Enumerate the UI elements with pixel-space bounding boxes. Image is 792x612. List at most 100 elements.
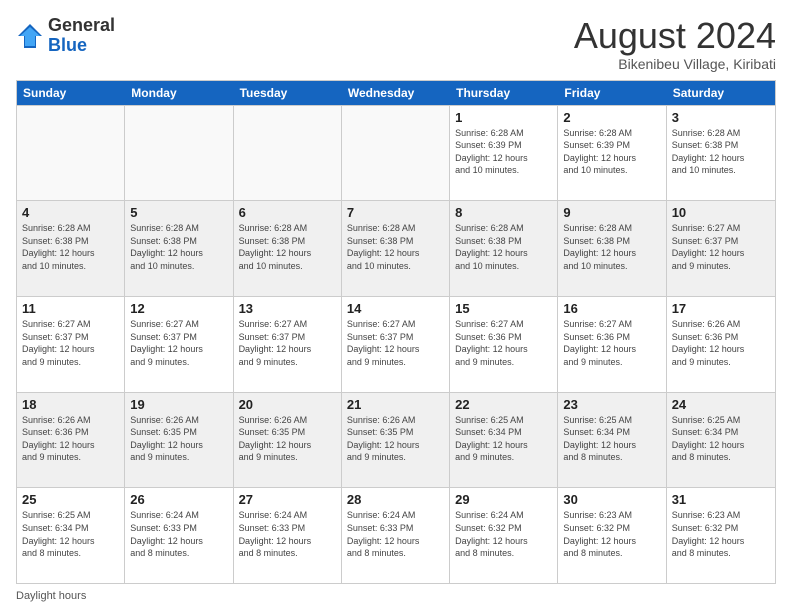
calendar-day-cell: 4 Sunrise: 6:28 AMSunset: 6:38 PMDaylight… xyxy=(17,201,125,296)
footer: Daylight hours xyxy=(16,590,776,602)
day-info: Sunrise: 6:25 AMSunset: 6:34 PMDaylight:… xyxy=(455,414,552,464)
calendar-week-row: 1 Sunrise: 6:28 AMSunset: 6:39 PMDaylight… xyxy=(17,105,775,201)
calendar-day-cell: 30Sunrise: 6:23 AMSunset: 6:32 PMDayligh… xyxy=(558,488,666,583)
day-info: Sunrise: 6:26 AMSunset: 6:35 PMDaylight:… xyxy=(347,414,444,464)
day-number: 5 xyxy=(130,205,227,220)
calendar-day-cell: 21 Sunrise: 6:26 AMSunset: 6:35 PMDayligh… xyxy=(342,393,450,488)
day-number: 29 xyxy=(455,492,552,507)
logo-icon xyxy=(16,22,44,50)
day-number: 26 xyxy=(130,492,227,507)
day-info: Sunrise: 6:28 AMSunset: 6:38 PMDaylight:… xyxy=(239,222,336,272)
day-info: Sunrise: 6:28 AMSunset: 6:38 PMDaylight:… xyxy=(22,222,119,272)
day-number: 1 xyxy=(455,110,552,125)
calendar-day-cell: 24Sunrise: 6:25 AMSunset: 6:34 PMDayligh… xyxy=(667,393,775,488)
day-number: 16 xyxy=(563,301,660,316)
title-block: August 2024 Bikenibeu Village, Kiribati xyxy=(574,16,776,72)
calendar-day-cell: 3Sunrise: 6:28 AMSunset: 6:38 PMDaylight… xyxy=(667,106,775,201)
calendar-day-cell: 12 Sunrise: 6:27 AMSunset: 6:37 PMDayligh… xyxy=(125,297,233,392)
day-info: Sunrise: 6:27 AMSunset: 6:37 PMDaylight:… xyxy=(130,318,227,368)
footer-text: Daylight hours xyxy=(16,590,86,602)
day-info: Sunrise: 6:28 AMSunset: 6:38 PMDaylight:… xyxy=(130,222,227,272)
day-info: Sunrise: 6:25 AMSunset: 6:34 PMDaylight:… xyxy=(672,414,770,464)
calendar-day-cell: 26 Sunrise: 6:24 AMSunset: 6:33 PMDayligh… xyxy=(125,488,233,583)
day-info: Sunrise: 6:28 AMSunset: 6:38 PMDaylight:… xyxy=(563,222,660,272)
calendar-day-cell: 9 Sunrise: 6:28 AMSunset: 6:38 PMDaylight… xyxy=(558,201,666,296)
calendar-header: SundayMondayTuesdayWednesdayThursdayFrid… xyxy=(17,81,775,105)
day-info: Sunrise: 6:28 AMSunset: 6:38 PMDaylight:… xyxy=(347,222,444,272)
calendar-day-cell xyxy=(234,106,342,201)
day-number: 6 xyxy=(239,205,336,220)
day-info: Sunrise: 6:28 AMSunset: 6:38 PMDaylight:… xyxy=(455,222,552,272)
day-number: 30 xyxy=(563,492,660,507)
calendar-day-cell: 11 Sunrise: 6:27 AMSunset: 6:37 PMDayligh… xyxy=(17,297,125,392)
day-number: 14 xyxy=(347,301,444,316)
day-info: Sunrise: 6:24 AMSunset: 6:33 PMDaylight:… xyxy=(239,509,336,559)
day-number: 4 xyxy=(22,205,119,220)
day-of-week-header: Sunday xyxy=(17,81,125,105)
day-number: 28 xyxy=(347,492,444,507)
calendar-day-cell: 14Sunrise: 6:27 AMSunset: 6:37 PMDayligh… xyxy=(342,297,450,392)
calendar-body: 1 Sunrise: 6:28 AMSunset: 6:39 PMDaylight… xyxy=(17,105,775,583)
day-number: 10 xyxy=(672,205,770,220)
logo-general-text: General xyxy=(48,16,115,36)
calendar-week-row: 18 Sunrise: 6:26 AMSunset: 6:36 PMDayligh… xyxy=(17,392,775,488)
header: General Blue August 2024 Bikenibeu Villa… xyxy=(16,16,776,72)
day-info: Sunrise: 6:28 AMSunset: 6:39 PMDaylight:… xyxy=(563,127,660,177)
calendar-day-cell: 1 Sunrise: 6:28 AMSunset: 6:39 PMDaylight… xyxy=(450,106,558,201)
day-info: Sunrise: 6:27 AMSunset: 6:37 PMDaylight:… xyxy=(239,318,336,368)
calendar: SundayMondayTuesdayWednesdayThursdayFrid… xyxy=(16,80,776,584)
day-info: Sunrise: 6:26 AMSunset: 6:36 PMDaylight:… xyxy=(22,414,119,464)
calendar-day-cell: 5 Sunrise: 6:28 AMSunset: 6:38 PMDaylight… xyxy=(125,201,233,296)
day-info: Sunrise: 6:24 AMSunset: 6:32 PMDaylight:… xyxy=(455,509,552,559)
calendar-day-cell: 16Sunrise: 6:27 AMSunset: 6:36 PMDayligh… xyxy=(558,297,666,392)
calendar-day-cell: 2Sunrise: 6:28 AMSunset: 6:39 PMDaylight… xyxy=(558,106,666,201)
day-info: Sunrise: 6:26 AMSunset: 6:36 PMDaylight:… xyxy=(672,318,770,368)
calendar-day-cell: 18 Sunrise: 6:26 AMSunset: 6:36 PMDayligh… xyxy=(17,393,125,488)
day-info: Sunrise: 6:24 AMSunset: 6:33 PMDaylight:… xyxy=(130,509,227,559)
day-info: Sunrise: 6:23 AMSunset: 6:32 PMDaylight:… xyxy=(672,509,770,559)
calendar-day-cell: 19Sunrise: 6:26 AMSunset: 6:35 PMDayligh… xyxy=(125,393,233,488)
calendar-day-cell: 27 Sunrise: 6:24 AMSunset: 6:33 PMDayligh… xyxy=(234,488,342,583)
calendar-day-cell: 25Sunrise: 6:25 AMSunset: 6:34 PMDayligh… xyxy=(17,488,125,583)
calendar-day-cell: 22 Sunrise: 6:25 AMSunset: 6:34 PMDayligh… xyxy=(450,393,558,488)
day-number: 21 xyxy=(347,397,444,412)
day-number: 23 xyxy=(563,397,660,412)
day-number: 22 xyxy=(455,397,552,412)
day-number: 15 xyxy=(455,301,552,316)
day-of-week-header: Friday xyxy=(558,81,666,105)
day-info: Sunrise: 6:28 AMSunset: 6:39 PMDaylight:… xyxy=(455,127,552,177)
day-info: Sunrise: 6:25 AMSunset: 6:34 PMDaylight:… xyxy=(563,414,660,464)
day-number: 17 xyxy=(672,301,770,316)
calendar-week-row: 11 Sunrise: 6:27 AMSunset: 6:37 PMDayligh… xyxy=(17,296,775,392)
logo: General Blue xyxy=(16,16,115,56)
calendar-week-row: 4 Sunrise: 6:28 AMSunset: 6:38 PMDaylight… xyxy=(17,200,775,296)
day-number: 18 xyxy=(22,397,119,412)
calendar-day-cell: 7Sunrise: 6:28 AMSunset: 6:38 PMDaylight… xyxy=(342,201,450,296)
calendar-day-cell: 8Sunrise: 6:28 AMSunset: 6:38 PMDaylight… xyxy=(450,201,558,296)
day-number: 11 xyxy=(22,301,119,316)
day-number: 12 xyxy=(130,301,227,316)
day-of-week-header: Saturday xyxy=(667,81,775,105)
calendar-day-cell: 31 Sunrise: 6:23 AMSunset: 6:32 PMDayligh… xyxy=(667,488,775,583)
calendar-day-cell xyxy=(342,106,450,201)
day-info: Sunrise: 6:25 AMSunset: 6:34 PMDaylight:… xyxy=(22,509,119,559)
day-info: Sunrise: 6:27 AMSunset: 6:37 PMDaylight:… xyxy=(22,318,119,368)
calendar-day-cell: 20Sunrise: 6:26 AMSunset: 6:35 PMDayligh… xyxy=(234,393,342,488)
day-number: 3 xyxy=(672,110,770,125)
calendar-day-cell xyxy=(17,106,125,201)
day-of-week-header: Tuesday xyxy=(234,81,342,105)
day-number: 31 xyxy=(672,492,770,507)
calendar-day-cell: 17 Sunrise: 6:26 AMSunset: 6:36 PMDayligh… xyxy=(667,297,775,392)
logo-blue-text: Blue xyxy=(48,36,115,56)
day-number: 9 xyxy=(563,205,660,220)
calendar-day-cell: 6 Sunrise: 6:28 AMSunset: 6:38 PMDaylight… xyxy=(234,201,342,296)
day-number: 27 xyxy=(239,492,336,507)
calendar-day-cell: 28Sunrise: 6:24 AMSunset: 6:33 PMDayligh… xyxy=(342,488,450,583)
day-number: 20 xyxy=(239,397,336,412)
subtitle: Bikenibeu Village, Kiribati xyxy=(574,56,776,72)
day-number: 13 xyxy=(239,301,336,316)
day-info: Sunrise: 6:26 AMSunset: 6:35 PMDaylight:… xyxy=(130,414,227,464)
day-info: Sunrise: 6:27 AMSunset: 6:37 PMDaylight:… xyxy=(672,222,770,272)
day-info: Sunrise: 6:27 AMSunset: 6:36 PMDaylight:… xyxy=(455,318,552,368)
page: General Blue August 2024 Bikenibeu Villa… xyxy=(0,0,792,612)
